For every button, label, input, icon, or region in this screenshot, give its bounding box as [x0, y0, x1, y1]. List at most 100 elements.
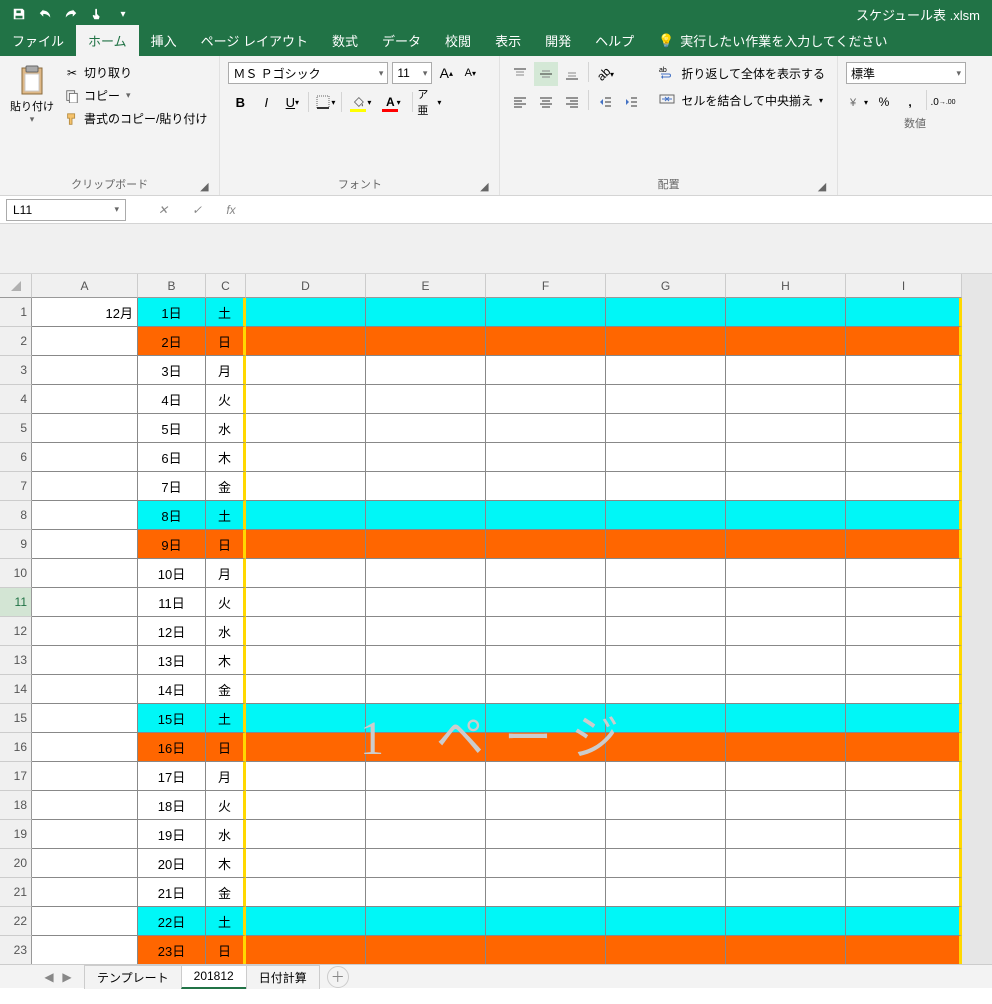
- cell-weekday[interactable]: 土: [206, 704, 246, 733]
- cell[interactable]: [486, 820, 606, 849]
- cell[interactable]: [32, 907, 138, 936]
- cell[interactable]: [366, 559, 486, 588]
- tab-ファイル[interactable]: ファイル: [0, 25, 76, 56]
- cell[interactable]: [366, 443, 486, 472]
- cell[interactable]: [246, 559, 366, 588]
- cell-weekday[interactable]: 土: [206, 501, 246, 530]
- cell[interactable]: [366, 385, 486, 414]
- cell-day[interactable]: 11日: [138, 588, 206, 617]
- cell-weekday[interactable]: 日: [206, 530, 246, 559]
- alignment-launcher-icon[interactable]: ◢: [815, 179, 829, 193]
- cell[interactable]: [366, 327, 486, 356]
- cell-weekday[interactable]: 火: [206, 385, 246, 414]
- tab-ヘルプ[interactable]: ヘルプ: [583, 25, 646, 56]
- cell[interactable]: [606, 327, 726, 356]
- cell[interactable]: [486, 849, 606, 878]
- cell[interactable]: [32, 472, 138, 501]
- cell[interactable]: [726, 849, 846, 878]
- cell[interactable]: [846, 414, 962, 443]
- cell[interactable]: [32, 675, 138, 704]
- font-name-dropdown[interactable]: ＭＳ Ｐゴシック▾: [228, 62, 388, 84]
- column-header[interactable]: I: [846, 274, 962, 298]
- align-bottom-button[interactable]: [560, 62, 584, 86]
- cell[interactable]: [32, 414, 138, 443]
- paste-button[interactable]: 貼り付け ▾: [8, 60, 56, 175]
- cell[interactable]: [726, 762, 846, 791]
- cell-day[interactable]: 7日: [138, 472, 206, 501]
- sheet-nav-prev-icon[interactable]: ◀: [40, 970, 58, 984]
- cell-day[interactable]: 10日: [138, 559, 206, 588]
- cell-day[interactable]: 5日: [138, 414, 206, 443]
- row-header[interactable]: 3: [0, 356, 32, 385]
- cell[interactable]: [846, 530, 962, 559]
- cell[interactable]: [726, 298, 846, 327]
- cell[interactable]: [366, 907, 486, 936]
- cell[interactable]: [606, 762, 726, 791]
- cell-weekday[interactable]: 金: [206, 472, 246, 501]
- cell[interactable]: [846, 385, 962, 414]
- row-header[interactable]: 14: [0, 675, 32, 704]
- select-all-corner[interactable]: [0, 274, 32, 298]
- cell[interactable]: [606, 791, 726, 820]
- cell[interactable]: [366, 356, 486, 385]
- name-box[interactable]: L11 ▾: [6, 199, 126, 221]
- cell[interactable]: [486, 298, 606, 327]
- cell[interactable]: [606, 646, 726, 675]
- cell[interactable]: [486, 385, 606, 414]
- cell[interactable]: [486, 414, 606, 443]
- cell[interactable]: [606, 617, 726, 646]
- column-header[interactable]: C: [206, 274, 246, 298]
- cell[interactable]: [726, 327, 846, 356]
- cell[interactable]: [246, 588, 366, 617]
- borders-button[interactable]: ▾: [313, 90, 337, 114]
- cell[interactable]: [246, 530, 366, 559]
- phonetic-button[interactable]: ア亜▾: [417, 90, 441, 114]
- cell[interactable]: [366, 675, 486, 704]
- cell[interactable]: [366, 936, 486, 964]
- cell[interactable]: [726, 878, 846, 907]
- cell[interactable]: [846, 791, 962, 820]
- cell[interactable]: [486, 356, 606, 385]
- cell[interactable]: [246, 907, 366, 936]
- cell-day[interactable]: 20日: [138, 849, 206, 878]
- cell[interactable]: [846, 762, 962, 791]
- number-format-dropdown[interactable]: 標準▾: [846, 62, 966, 84]
- increase-font-button[interactable]: A▴: [436, 62, 456, 84]
- decrease-indent-button[interactable]: [593, 90, 617, 114]
- cell[interactable]: [606, 704, 726, 733]
- row-header[interactable]: 6: [0, 443, 32, 472]
- cell[interactable]: [366, 791, 486, 820]
- cell-day[interactable]: 12日: [138, 617, 206, 646]
- cell[interactable]: [32, 704, 138, 733]
- cell-weekday[interactable]: 木: [206, 443, 246, 472]
- cell[interactable]: [606, 675, 726, 704]
- cell[interactable]: [726, 733, 846, 762]
- cell[interactable]: [486, 936, 606, 964]
- cell-day[interactable]: 14日: [138, 675, 206, 704]
- cell[interactable]: [246, 820, 366, 849]
- cell[interactable]: [726, 907, 846, 936]
- cell[interactable]: [606, 501, 726, 530]
- cell[interactable]: [726, 443, 846, 472]
- touch-mode-icon[interactable]: [84, 2, 110, 26]
- row-header[interactable]: 15: [0, 704, 32, 733]
- cell-weekday[interactable]: 火: [206, 791, 246, 820]
- cell[interactable]: 12月: [32, 298, 138, 327]
- cell[interactable]: [846, 907, 962, 936]
- row-header[interactable]: 5: [0, 414, 32, 443]
- cell[interactable]: [606, 588, 726, 617]
- row-header[interactable]: 19: [0, 820, 32, 849]
- format-painter-button[interactable]: 書式のコピー/貼り付け: [60, 108, 211, 129]
- cell-day[interactable]: 17日: [138, 762, 206, 791]
- tab-ページ レイアウト[interactable]: ページ レイアウト: [189, 25, 320, 56]
- cell[interactable]: [726, 356, 846, 385]
- cell[interactable]: [726, 820, 846, 849]
- cell[interactable]: [246, 849, 366, 878]
- clipboard-launcher-icon[interactable]: ◢: [197, 179, 211, 193]
- row-header[interactable]: 7: [0, 472, 32, 501]
- cell[interactable]: [606, 298, 726, 327]
- cell-day[interactable]: 21日: [138, 878, 206, 907]
- cell[interactable]: [846, 704, 962, 733]
- cell[interactable]: [846, 356, 962, 385]
- sheet-tab[interactable]: 日付計算: [246, 965, 320, 989]
